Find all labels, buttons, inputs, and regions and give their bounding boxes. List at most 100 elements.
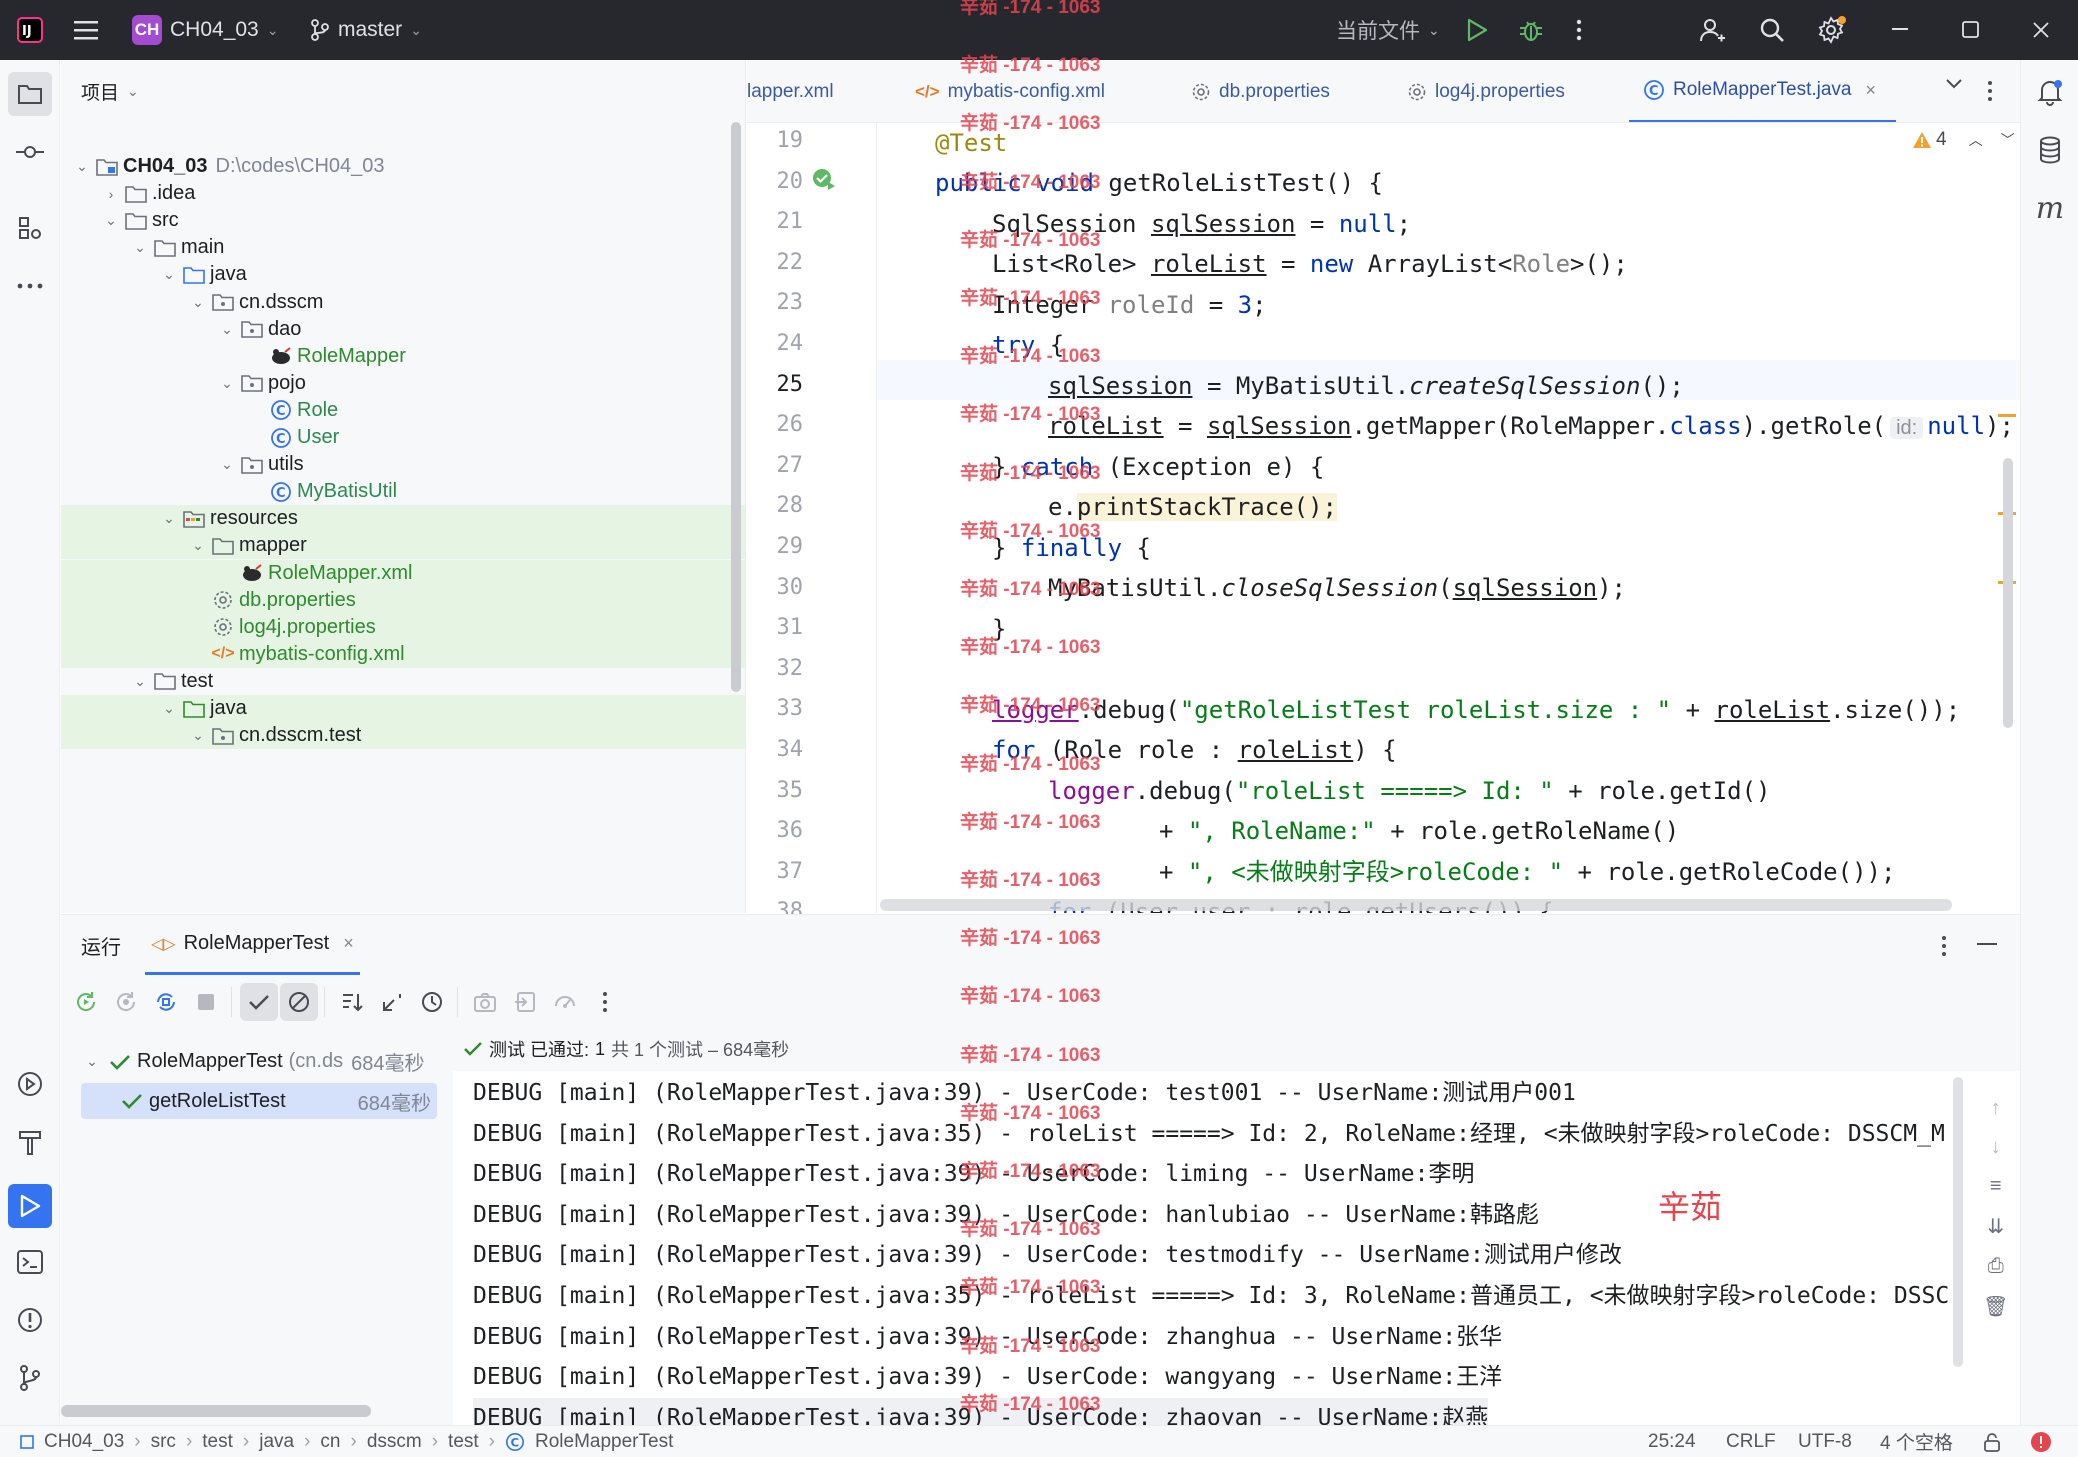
- test-tree-root[interactable]: ⌄ RoleMapperTest (cn.ds 684毫秒: [81, 1047, 424, 1076]
- settings-icon[interactable]: [1817, 15, 1847, 45]
- tree-item[interactable]: ⌄ utils: [61, 451, 745, 478]
- minimize-icon[interactable]: [1892, 28, 1910, 32]
- structure-tool-icon[interactable]: [14, 212, 46, 244]
- run-tool-icon[interactable]: [8, 1184, 52, 1228]
- inspection-widget[interactable]: 4 ︿ ﹀: [1912, 129, 2015, 151]
- tree-item[interactable]: db.properties: [61, 586, 745, 614]
- problems-tool-icon[interactable]: [14, 1304, 46, 1336]
- soft-wrap-icon[interactable]: ≡: [1990, 1175, 2002, 1198]
- tree-item[interactable]: ⌄ resources: [61, 505, 745, 533]
- minimize-panel-icon[interactable]: [1977, 943, 1997, 947]
- more-icon[interactable]: [586, 983, 624, 1021]
- lock-icon[interactable]: [1982, 1432, 2002, 1452]
- database-icon[interactable]: [2034, 134, 2066, 166]
- breadcrumb-item[interactable]: dsscm: [367, 1431, 422, 1453]
- chevron-down-icon[interactable]: [1945, 78, 1963, 90]
- sort-alphabetically-icon[interactable]: [333, 983, 371, 1021]
- import-tests-icon[interactable]: [506, 983, 544, 1021]
- show-passed-icon[interactable]: [240, 983, 278, 1021]
- test-history-icon[interactable]: [413, 983, 451, 1021]
- tree-item[interactable]: C Role: [61, 397, 745, 424]
- print-icon[interactable]: ⎙: [1988, 1255, 2004, 1278]
- more-tools-icon[interactable]: [14, 270, 46, 302]
- git-tool-icon[interactable]: [14, 1362, 46, 1394]
- tree-item[interactable]: ⌄ src: [61, 207, 745, 234]
- chevron-down-icon[interactable]: ⌄: [158, 510, 180, 527]
- coverage-icon[interactable]: [546, 983, 584, 1021]
- project-switcher[interactable]: CH CH04_03 ⌄: [132, 15, 278, 45]
- stop-icon[interactable]: [187, 983, 225, 1021]
- console-vertical-scrollbar[interactable]: [1953, 1077, 1963, 1367]
- breadcrumb-item[interactable]: test: [448, 1431, 479, 1453]
- tree-item[interactable]: ⌄ java: [61, 695, 745, 722]
- breadcrumb-item[interactable]: java: [259, 1431, 294, 1453]
- breadcrumb-item[interactable]: cn: [320, 1431, 340, 1453]
- arrow-down-icon[interactable]: ↓: [1991, 1136, 2001, 1159]
- more-icon[interactable]: [1941, 935, 1947, 957]
- tree-item[interactable]: log4j.properties: [61, 613, 745, 641]
- more-icon[interactable]: [1987, 80, 1993, 102]
- tree-item[interactable]: RoleMapper.xml: [61, 559, 745, 587]
- tab-mybatis-config[interactable]: </> mybatis-config.xml: [915, 60, 1105, 122]
- services-tool-icon[interactable]: [14, 1068, 46, 1100]
- breadcrumb-item[interactable]: RoleMapperTest: [535, 1431, 673, 1453]
- chevron-right-icon[interactable]: ›: [100, 186, 122, 202]
- chevron-down-icon[interactable]: ⌄: [158, 700, 180, 717]
- toggle-auto-test-icon[interactable]: [147, 983, 185, 1021]
- collapse-icon[interactable]: [373, 983, 411, 1021]
- error-indicator-icon[interactable]: [2030, 1431, 2052, 1453]
- chevron-down-icon[interactable]: ⌄: [216, 321, 238, 338]
- chevron-up-icon[interactable]: ︿: [1969, 130, 1983, 150]
- tree-item[interactable]: ⌄ java: [61, 261, 745, 288]
- rerun-failed-icon[interactable]: [107, 983, 145, 1021]
- tree-item[interactable]: ⌄ dao: [61, 316, 745, 343]
- run-config-selector[interactable]: 当前文件 ⌄: [1336, 15, 1440, 45]
- run-test-gutter-icon[interactable]: [811, 167, 837, 193]
- chevron-down-icon[interactable]: ⌄: [216, 375, 238, 392]
- maven-icon[interactable]: m: [2034, 191, 2066, 226]
- project-panel-header[interactable]: 项目 ⌄: [81, 78, 139, 105]
- arrow-up-icon[interactable]: ↑: [1991, 1097, 2001, 1120]
- tree-item[interactable]: C MyBatisUtil: [61, 478, 745, 505]
- line-ending[interactable]: CRLF: [1726, 1431, 1776, 1453]
- tree-item[interactable]: </> mybatis-config.xml: [61, 640, 745, 668]
- tree-item[interactable]: ⌄ main: [61, 234, 745, 261]
- main-menu-icon[interactable]: [74, 19, 100, 41]
- tree-item[interactable]: ⌄ CH04_03 D:\codes\CH04_03: [61, 153, 745, 180]
- close-tab-icon[interactable]: ×: [1865, 80, 1876, 101]
- build-tool-icon[interactable]: [14, 1126, 46, 1158]
- add-user-icon[interactable]: [1698, 16, 1726, 44]
- cursor-position[interactable]: 25:24: [1648, 1431, 1696, 1453]
- chevron-down-icon[interactable]: ⌄: [216, 456, 238, 473]
- tab-role-mapper-xml[interactable]: lapper.xml: [747, 60, 834, 122]
- tree-item[interactable]: ⌄ mapper: [61, 532, 745, 560]
- rerun-icon[interactable]: [67, 983, 105, 1021]
- chevron-down-icon[interactable]: ﹀: [2001, 130, 2015, 150]
- clear-all-icon[interactable]: 🗑: [1983, 1294, 2008, 1319]
- breadcrumb-item[interactable]: test: [202, 1431, 233, 1453]
- close-icon[interactable]: [2032, 21, 2050, 39]
- close-tab-icon[interactable]: ×: [343, 933, 354, 954]
- tab-log4j-properties[interactable]: log4j.properties: [1407, 60, 1565, 122]
- tab-role-mapper-test[interactable]: C RoleMapperTest.java ×: [1629, 60, 1896, 122]
- branch-switcher[interactable]: master ⌄: [310, 18, 422, 42]
- tree-item[interactable]: ⌄ test: [61, 668, 745, 695]
- chevron-down-icon[interactable]: ⌄: [187, 294, 209, 311]
- breadcrumb-item[interactable]: src: [151, 1431, 176, 1453]
- run-tab-role-mapper-test[interactable]: ◁▷ RoleMapperTest ×: [145, 915, 360, 975]
- indent-setting[interactable]: 4 个空格: [1880, 1428, 1953, 1455]
- tree-item[interactable]: RoleMapper: [61, 343, 745, 370]
- terminal-tool-icon[interactable]: [14, 1246, 46, 1278]
- chevron-down-icon[interactable]: ⌄: [100, 212, 122, 229]
- tree-item[interactable]: ⌄ cn.dsscm: [61, 289, 745, 316]
- code-editor[interactable]: @Test public void getRoleListTest() { Sq…: [878, 123, 2020, 913]
- tab-db-properties[interactable]: db.properties: [1191, 60, 1330, 122]
- commit-tool-icon[interactable]: [14, 136, 46, 168]
- tree-item[interactable]: › .idea: [61, 180, 745, 207]
- tree-item[interactable]: C User: [61, 424, 745, 451]
- maximize-icon[interactable]: [1962, 21, 1980, 39]
- editor-vertical-scrollbar[interactable]: [2003, 458, 2013, 728]
- chevron-down-icon[interactable]: ⌄: [129, 673, 151, 690]
- file-encoding[interactable]: UTF-8: [1798, 1431, 1852, 1453]
- chevron-down-icon[interactable]: ⌄: [187, 537, 209, 554]
